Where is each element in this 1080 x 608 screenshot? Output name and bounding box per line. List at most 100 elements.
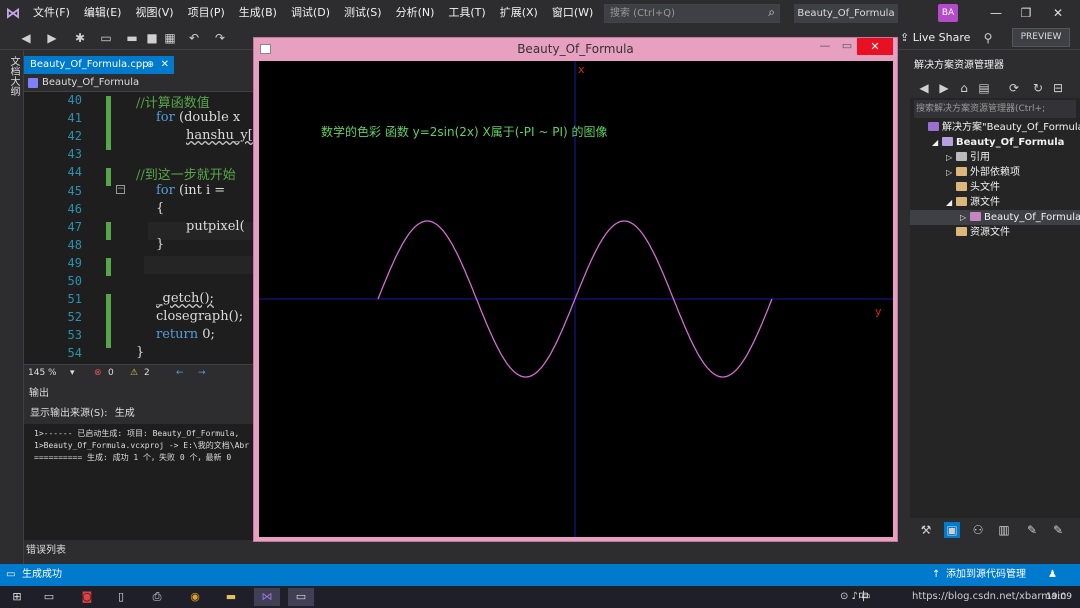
tree-item[interactable]: ▷ Beauty_Of_Formula.c — [910, 210, 1080, 225]
terminal-icon[interactable]: ▭ — [36, 588, 62, 606]
menu-item[interactable]: 生成(B) — [232, 0, 284, 26]
printer-icon[interactable]: ⎙ — [144, 588, 170, 606]
redo-icon[interactable]: ↷ — [212, 30, 228, 46]
tree-item[interactable]: 资源文件 — [910, 225, 1080, 240]
expander-icon[interactable]: ▷ — [946, 165, 956, 180]
open-file-icon[interactable]: ▭ — [98, 30, 114, 46]
expander-icon[interactable]: ▷ — [946, 150, 956, 165]
line-number: 40 — [67, 93, 82, 107]
navigation-bar[interactable]: Beauty_Of_Formula — [24, 74, 260, 92]
team-explorer-icon[interactable]: ⚇ — [970, 522, 986, 538]
close-tab-icon[interactable]: ✕ — [161, 56, 169, 74]
close-button[interactable]: ✕ — [857, 38, 893, 55]
back-icon[interactable]: ◀ — [18, 30, 34, 46]
solution-search[interactable]: 搜索解决方案资源管理器(Ctrl+; — [914, 100, 1076, 118]
minimize-button[interactable]: — — [982, 3, 1010, 23]
menu-item[interactable]: 分析(N) — [389, 0, 442, 26]
collapse-toggle-icon[interactable]: − — [116, 185, 125, 194]
graphics-window-taskbar-icon[interactable]: ▭ — [288, 588, 314, 606]
menu-item[interactable]: 项目(P) — [181, 0, 232, 26]
maximize-button[interactable]: ▭ — [835, 38, 859, 54]
visual-studio-logo-icon[interactable]: ⋈ — [0, 0, 26, 26]
output-source-select[interactable]: 生成 — [115, 408, 135, 419]
menu-item[interactable]: 工具(T) — [441, 0, 492, 26]
sync-icon[interactable]: ⟳ — [1006, 80, 1022, 96]
zoom-level[interactable]: 145 % — [28, 365, 57, 382]
undo-icon[interactable]: ↶ — [186, 30, 202, 46]
minimize-button[interactable]: — — [813, 38, 837, 54]
menu-item[interactable]: 测试(S) — [337, 0, 389, 26]
clock[interactable]: 19:09 — [1046, 589, 1072, 605]
graphics-window[interactable]: Beauty_Of_Formula — ▭ ✕ 数学的色彩 函数 y=2sin(… — [253, 37, 898, 542]
tree-item[interactable]: ▷ 引用 — [910, 150, 1080, 165]
start-icon[interactable]: ⊞ — [4, 588, 30, 606]
add-source-control-button[interactable]: 添加到源代码管理 — [946, 564, 1026, 586]
refresh-icon[interactable]: ↻ — [1030, 80, 1046, 96]
expander-icon[interactable]: ◢ — [946, 195, 956, 210]
app-icon[interactable]: ◙ — [74, 588, 100, 606]
phone-icon[interactable]: ▯ — [108, 588, 134, 606]
properties-icon[interactable]: ⚒ — [918, 522, 934, 538]
output-title: 输出 — [24, 384, 254, 404]
file-explorer-icon[interactable]: ▬ — [218, 588, 244, 606]
tools-icon[interactable]: ✎ — [1024, 522, 1040, 538]
menu-item[interactable]: 调试(D) — [284, 0, 337, 26]
live-share-button[interactable]: ⇪ Live Share — [900, 28, 970, 48]
menu-item[interactable]: 文件(F) — [26, 0, 77, 26]
error-count[interactable]: 0 — [108, 365, 114, 382]
menu-item[interactable]: 编辑(E) — [77, 0, 129, 26]
tree-item[interactable]: ▷ 外部依赖项 — [910, 165, 1080, 180]
forward-icon[interactable]: ▶ — [44, 30, 60, 46]
code-editor[interactable]: 40 41 42 43 44 45 46 47 48 49 50 51 52 53 54 − //计算函数值… — [24, 92, 254, 364]
class-view-icon[interactable]: ▥ — [996, 522, 1012, 538]
next-issue-icon[interactable]: → — [198, 365, 206, 382]
previous-issue-icon[interactable]: ← — [176, 365, 184, 382]
new-project-icon[interactable]: ✱ — [72, 30, 88, 46]
warning-count[interactable]: 2 — [144, 365, 150, 382]
line-number: 45 — [67, 183, 82, 198]
line-number: 49 — [67, 255, 82, 270]
tree-item[interactable]: 解决方案"Beauty_Of_Formula"(1 — [910, 120, 1080, 135]
switch-views-icon[interactable]: ▤ — [976, 80, 992, 96]
home-icon[interactable]: ⌂ — [956, 80, 972, 96]
close-button[interactable]: ✕ — [1044, 3, 1072, 23]
forward-icon[interactable]: ▶ — [936, 80, 952, 96]
feedback-icon[interactable]: ⚲ — [980, 30, 996, 46]
collapse-all-icon[interactable]: ⊟ — [1050, 80, 1066, 96]
menu-item[interactable]: 视图(V) — [128, 0, 180, 26]
tree-node-icon — [942, 137, 953, 146]
expander-icon[interactable]: ▷ — [960, 210, 970, 225]
graphics-window-titlebar[interactable]: Beauty_Of_Formula — ▭ ✕ — [254, 38, 897, 61]
code-line: //计算函数值 — [136, 92, 210, 111]
back-icon[interactable]: ◀ — [916, 80, 932, 96]
save-all-icon[interactable]: ▦ — [162, 30, 178, 46]
settings-icon[interactable]: ✎ — [1050, 522, 1066, 538]
preview-button[interactable]: PREVIEW — [1012, 28, 1070, 47]
menu-item[interactable]: 窗口(W) — [545, 0, 600, 26]
editor-tab[interactable]: Beauty_Of_Formula.cpp ⊕ ✕ — [24, 56, 174, 74]
search-box[interactable]: 搜索 (Ctrl+Q) ⌕ — [604, 4, 780, 23]
tree-item[interactable]: 头文件 — [910, 180, 1080, 195]
error-list-tab[interactable]: 错误列表 — [24, 542, 254, 564]
zoom-dropdown-icon[interactable]: ▾ — [70, 365, 75, 382]
menu-item[interactable]: 扩展(X) — [493, 0, 545, 26]
tree-item[interactable]: ◢ Beauty_Of_Formula — [910, 135, 1080, 150]
open-folder-icon[interactable]: ▬ — [124, 30, 140, 46]
input-method[interactable]: 中 — [858, 588, 869, 606]
save-icon[interactable]: ■ — [144, 30, 160, 46]
maximize-button[interactable]: ❐ — [1012, 3, 1040, 23]
pin-icon[interactable]: ⊕ — [146, 56, 154, 74]
keyword: for — [156, 110, 175, 126]
tree-item-label: 引用 — [970, 152, 990, 163]
document-outline-tab[interactable]: 文档大纲 — [6, 56, 21, 96]
notification-icon[interactable]: ♟ — [1048, 564, 1057, 586]
visual-studio-taskbar-icon[interactable]: ⋈ — [254, 588, 280, 606]
expander-icon[interactable]: ◢ — [932, 135, 942, 150]
user-avatar[interactable]: BA — [938, 4, 958, 22]
window-icon — [260, 44, 271, 54]
tree-item[interactable]: ◢ 源文件 — [910, 195, 1080, 210]
solution-explorer-icon[interactable]: ▣ — [944, 522, 960, 538]
output-line: ========== 生成: 成功 1 个，失败 0 个，最新 0 — [34, 453, 232, 462]
browser-icon[interactable]: ◉ — [182, 588, 208, 606]
change-marker — [106, 294, 111, 348]
